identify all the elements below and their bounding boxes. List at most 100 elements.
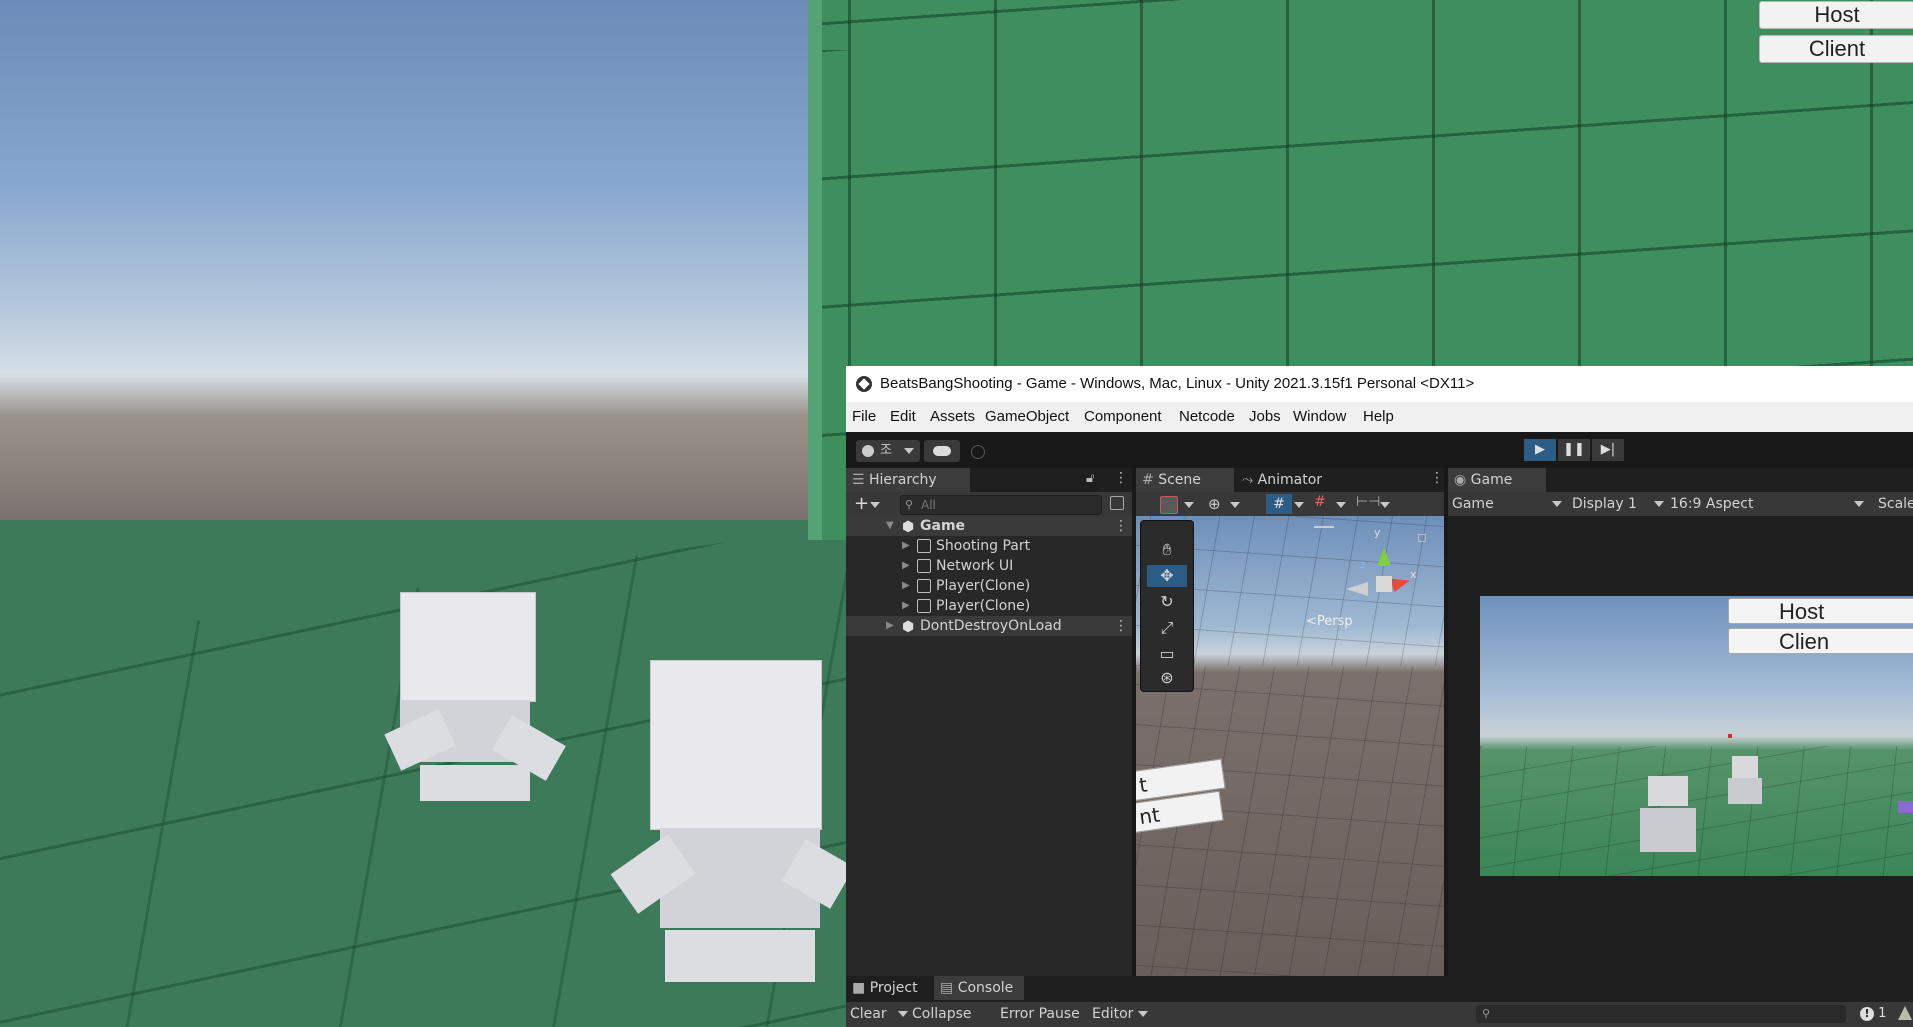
rect-tool-icon[interactable]: ▭ xyxy=(1147,643,1187,665)
chevron-down-icon[interactable] xyxy=(870,502,880,508)
cloud-button[interactable] xyxy=(924,440,960,462)
client-button[interactable]: Client xyxy=(1759,35,1913,63)
transform-tool-icon[interactable]: ⊛ xyxy=(1147,667,1187,689)
warning-icon[interactable] xyxy=(1898,1006,1912,1020)
hierarchy-search-input[interactable]: ⚲ All xyxy=(900,495,1102,515)
log-count-toggle[interactable]: ! 1 xyxy=(1860,1005,1894,1023)
chevron-down-icon[interactable] xyxy=(1336,502,1346,508)
scene-viewport[interactable]: ✋︎ ✥ ↻ ⤢ ▭ ⊛ y z x <Persp t nt xyxy=(1136,516,1444,976)
account-dropdown[interactable]: 조 xyxy=(856,440,920,462)
game-mode-value: Game xyxy=(1452,496,1494,512)
scale-slider[interactable]: Scale xyxy=(1878,492,1913,516)
tab-console[interactable]: ▤ Console xyxy=(934,976,1024,1000)
account-icon xyxy=(862,445,874,457)
game-mode-dropdown[interactable]: Game xyxy=(1452,492,1562,516)
chevron-down-icon[interactable] xyxy=(1184,502,1194,508)
list-icon: ☰ xyxy=(852,472,870,488)
menu-netcode[interactable]: Netcode xyxy=(1179,402,1235,432)
menu-window[interactable]: Window xyxy=(1293,402,1346,432)
drag-handle[interactable] xyxy=(1314,526,1334,528)
more-options-icon[interactable]: ⋮ xyxy=(1114,516,1128,536)
scene-toolbar: ⊕ # # ⊢⊣ xyxy=(1136,492,1444,516)
game-host-label: Host xyxy=(1779,599,1825,624)
gameobject-icon xyxy=(917,559,931,573)
gizmo-lock-icon xyxy=(1418,534,1426,542)
grid-snap-icon[interactable]: # xyxy=(1266,494,1292,514)
chevron-down-icon[interactable] xyxy=(1380,502,1390,508)
more-options-icon[interactable]: ⋮ xyxy=(1114,470,1128,486)
scene-name: Game xyxy=(920,518,966,534)
chevron-down-icon xyxy=(1552,501,1562,507)
bottom-tabbar: ■ Project ▤ Console xyxy=(846,976,1913,1002)
ruler-icon[interactable]: ⊢⊣ xyxy=(1356,494,1380,510)
tab-game-label: Game xyxy=(1470,472,1513,488)
wall-edge xyxy=(808,0,822,540)
more-options-icon[interactable]: ⋮ xyxy=(1114,616,1128,636)
more-options-icon[interactable]: ⋮ xyxy=(1430,470,1444,486)
menu-help[interactable]: Help xyxy=(1363,402,1394,432)
hierarchy-scene-row[interactable]: ▼ ⬢ Game ⋮ xyxy=(846,516,1132,536)
tab-animator[interactable]: ⤳ Animator xyxy=(1236,468,1352,492)
hierarchy-item-label: Shooting Part xyxy=(936,538,1031,554)
scene-picker-icon[interactable] xyxy=(1110,496,1124,510)
hand-tool-icon[interactable]: ✋︎ xyxy=(1147,539,1187,561)
collab-icon xyxy=(971,445,985,459)
tab-game[interactable]: ◉ Game xyxy=(1448,468,1546,492)
hierarchy-item[interactable]: ▶ Shooting Part xyxy=(846,536,1132,556)
aspect-dropdown[interactable]: 16:9 Aspect xyxy=(1670,492,1864,516)
tab-animator-label: Animator xyxy=(1257,472,1323,488)
hierarchy-item[interactable]: ▶ Player(Clone) xyxy=(846,576,1132,596)
game-client-button[interactable]: Clien xyxy=(1728,628,1913,654)
editor-dropdown[interactable]: Editor xyxy=(1092,1002,1152,1027)
console-search-input[interactable]: ⚲ xyxy=(1476,1005,1846,1023)
chevron-down-icon xyxy=(1138,1011,1148,1017)
tab-project-label: Project xyxy=(869,980,918,996)
tab-project[interactable]: ■ Project xyxy=(846,976,934,1000)
hierarchy-item-label: Network UI xyxy=(936,558,1014,574)
collab-button[interactable] xyxy=(966,440,990,462)
hierarchy-ddol-row[interactable]: ▶ ⬢ DontDestroyOnLoad ⋮ xyxy=(846,616,1132,636)
orientation-gizmo[interactable]: y z x xyxy=(1340,526,1430,608)
game-render[interactable]: Host Clien xyxy=(1480,596,1913,876)
chevron-down-icon xyxy=(904,448,914,454)
clear-button[interactable]: Clear xyxy=(850,1002,908,1027)
pause-icon: ❚❚ xyxy=(1563,442,1585,457)
scale-tool-icon[interactable]: ⤢ xyxy=(1147,617,1187,639)
chevron-down-icon[interactable] xyxy=(1294,502,1304,508)
host-button[interactable]: Host xyxy=(1759,1,1913,29)
globe-icon[interactable]: ⊕ xyxy=(1208,495,1221,513)
pause-button[interactable]: ❚❚ xyxy=(1558,439,1590,461)
rotate-tool-icon[interactable]: ↻ xyxy=(1147,591,1187,613)
hierarchy-item[interactable]: ▶ Network UI xyxy=(846,556,1132,576)
gizmo-y-arrow xyxy=(1377,548,1391,566)
persp-label[interactable]: <Persp xyxy=(1306,614,1353,629)
menu-component[interactable]: Component xyxy=(1084,402,1162,432)
hierarchy-item[interactable]: ▶ Player(Clone) xyxy=(846,596,1132,616)
menu-gameobject[interactable]: GameObject xyxy=(985,402,1069,432)
world-button-1-text: t xyxy=(1137,772,1149,798)
snap-increment-icon[interactable]: # xyxy=(1314,494,1326,510)
gamepad-icon: ◉ xyxy=(1454,472,1471,488)
move-tool-icon[interactable]: ✥ xyxy=(1147,565,1187,587)
menu-edit[interactable]: Edit xyxy=(890,402,916,432)
lock-icon[interactable]: 🔓︎ xyxy=(1086,471,1094,486)
menu-assets[interactable]: Assets xyxy=(930,402,975,432)
error-pause-button[interactable]: Error Pause xyxy=(1000,1002,1080,1027)
draw-mode-icon[interactable] xyxy=(1160,496,1178,514)
chevron-down-icon[interactable] xyxy=(1230,502,1240,508)
tab-scene[interactable]: # Scene xyxy=(1136,468,1234,492)
expand-arrow-icon: ▼ xyxy=(886,520,894,531)
step-button[interactable]: ▶| xyxy=(1592,439,1624,461)
display-dropdown[interactable]: Display 1 xyxy=(1572,492,1664,516)
game-host-button[interactable]: Host xyxy=(1728,598,1913,624)
info-icon: ! xyxy=(1860,1007,1874,1021)
hierarchy-tabbar: ☰ Hierarchy 🔓︎ ⋮ xyxy=(846,468,1132,492)
collapse-button[interactable]: Collapse xyxy=(912,1002,972,1027)
crosshair-dot xyxy=(1728,734,1732,738)
menu-jobs[interactable]: Jobs xyxy=(1249,402,1281,432)
tab-hierarchy[interactable]: ☰ Hierarchy xyxy=(846,468,970,492)
add-icon[interactable]: + xyxy=(854,492,869,516)
play-button[interactable]: ▶ xyxy=(1524,439,1556,461)
menu-file[interactable]: File xyxy=(852,402,876,432)
expand-arrow-icon: ▶ xyxy=(902,600,910,611)
